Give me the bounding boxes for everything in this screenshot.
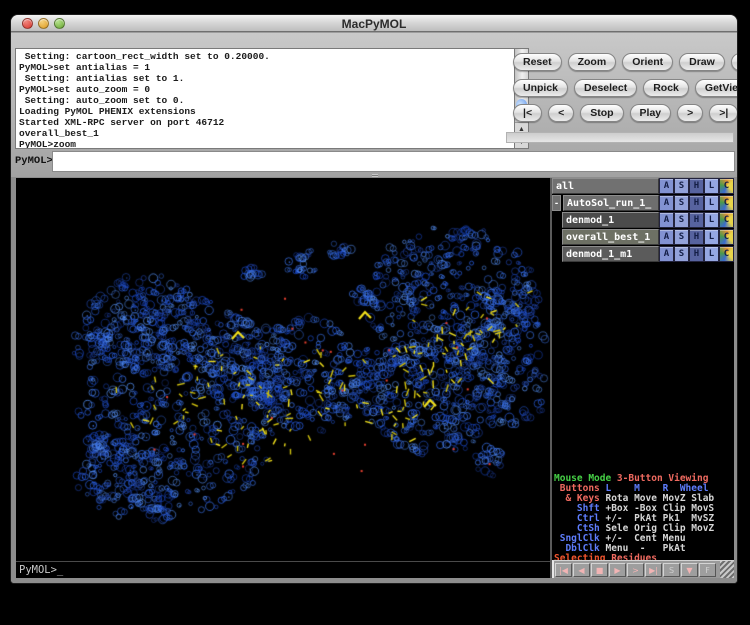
command-input[interactable] (52, 151, 735, 172)
object-row: -AutoSol_run_1_ASHLC (552, 195, 734, 211)
upper-chrome: Setting: cartoon_rect_width set to 0.200… (11, 33, 737, 177)
deselect-button[interactable]: Deselect (574, 79, 637, 97)
frame-button[interactable]: F (699, 563, 716, 577)
c-menu-button[interactable]: C (719, 246, 734, 262)
molecule-canvas[interactable] (16, 178, 550, 578)
l-menu-button[interactable]: L (704, 178, 719, 194)
object-action-buttons: ASHLC (659, 246, 734, 262)
l-menu-button[interactable]: L (704, 212, 719, 228)
>-button[interactable]: > (677, 104, 703, 122)
a-menu-button[interactable]: A (659, 229, 674, 245)
control-row-3: |<<StopPlay>>|MClear (513, 104, 738, 122)
window-title: MacPyMOL (11, 17, 737, 31)
resize-grip-icon[interactable] (720, 561, 734, 578)
play-button[interactable]: Play (630, 104, 672, 122)
c-menu-button[interactable]: C (719, 212, 734, 228)
console-log: Setting: cartoon_rect_width set to 0.200… (15, 48, 514, 149)
scene-button[interactable]: S (663, 563, 680, 577)
object-action-buttons: ASHLC (659, 178, 734, 194)
command-bar: PyMOL> (15, 151, 735, 172)
feedback-strip (506, 132, 734, 143)
s-menu-button[interactable]: S (674, 195, 689, 211)
render-region: PyMOL>_ allASHLC-AutoSol_run_1_ASHLCdenm… (16, 178, 734, 578)
viewport-prompt: PyMOL>_ (16, 561, 550, 578)
c-menu-button[interactable]: C (719, 229, 734, 245)
console-line: Setting: auto_zoom set to 0. (19, 95, 514, 106)
object-action-buttons: ASHLC (659, 195, 734, 211)
l-menu-button[interactable]: L (704, 246, 719, 262)
getview-button[interactable]: GetView (695, 79, 738, 97)
play-button[interactable]: ▶ (609, 563, 626, 577)
console-line: Setting: cartoon_rect_width set to 0.200… (19, 51, 514, 62)
h-menu-button[interactable]: H (689, 178, 704, 194)
step-back-button[interactable]: ◀ (573, 563, 590, 577)
title-bar[interactable]: MacPyMOL (11, 15, 737, 32)
l-menu-button[interactable]: L (704, 195, 719, 211)
>|-button[interactable]: >| (709, 104, 738, 122)
object-name-denmod_1_m1[interactable]: denmod_1_m1 (562, 246, 659, 262)
object-action-buttons: ASHLC (659, 212, 734, 228)
console-line: PyMOL>set auto_zoom = 0 (19, 84, 514, 95)
draw-button[interactable]: Draw (679, 53, 725, 71)
object-row: denmod_1_m1ASHLC (552, 246, 734, 262)
stop-button[interactable]: Stop (580, 104, 623, 122)
h-menu-button[interactable]: H (689, 229, 704, 245)
object-row: denmod_1ASHLC (552, 212, 734, 228)
forward-end-button[interactable]: ▶| (645, 563, 662, 577)
a-menu-button[interactable]: A (659, 195, 674, 211)
s-menu-button[interactable]: S (674, 212, 689, 228)
a-menu-button[interactable]: A (659, 178, 674, 194)
window-bottom-frame (11, 578, 737, 583)
main-area: PyMOL>_ allASHLC-AutoSol_run_1_ASHLCdenm… (11, 177, 737, 583)
control-row-2: Unpick Deselect Rock GetView (513, 79, 738, 97)
console-line: PyMOL>set antialias = 1 (19, 62, 514, 73)
reset-button[interactable]: Reset (513, 53, 562, 71)
vcr-controls: |◀◀■▶>▶|S▼F (552, 560, 734, 578)
console-line: Loading PyMOL PHENIX extensions (19, 106, 514, 117)
object-name-overall_best_1[interactable]: overall_best_1 (562, 229, 659, 245)
record-button[interactable]: ▼ (681, 563, 698, 577)
rock-button[interactable]: Rock (643, 79, 689, 97)
step-forward-button[interactable]: > (627, 563, 644, 577)
s-menu-button[interactable]: S (674, 229, 689, 245)
ray-button[interactable]: Ray (731, 53, 738, 71)
object-row: overall_best_1ASHLC (552, 229, 734, 245)
s-menu-button[interactable]: S (674, 246, 689, 262)
object-action-buttons: ASHLC (659, 229, 734, 245)
l-menu-button[interactable]: L (704, 229, 719, 245)
macpymol-window: MacPyMOL Setting: cartoon_rect_width set… (10, 14, 738, 584)
orient-button[interactable]: Orient (622, 53, 673, 71)
h-menu-button[interactable]: H (689, 195, 704, 211)
control-row-1: Reset Zoom Orient Draw Ray (513, 53, 738, 71)
object-row: allASHLC (552, 178, 734, 194)
h-menu-button[interactable]: H (689, 212, 704, 228)
command-prompt-label: PyMOL> (15, 155, 53, 167)
<-button[interactable]: < (548, 104, 574, 122)
console-line: overall_best_1 (19, 128, 514, 139)
object-name-AutoSol_run_1_[interactable]: AutoSol_run_1_ (563, 195, 659, 211)
rewind-start-button[interactable]: |◀ (555, 563, 572, 577)
c-menu-button[interactable]: C (719, 195, 734, 211)
console-line: Setting: antialias set to 1. (19, 73, 514, 84)
object-name-all[interactable]: all (552, 178, 659, 194)
object-panel: allASHLC-AutoSol_run_1_ASHLCdenmod_1ASHL… (552, 178, 734, 578)
unpick-button[interactable]: Unpick (513, 79, 568, 97)
h-menu-button[interactable]: H (689, 246, 704, 262)
object-name-denmod_1[interactable]: denmod_1 (562, 212, 659, 228)
s-menu-button[interactable]: S (674, 178, 689, 194)
a-menu-button[interactable]: A (659, 212, 674, 228)
viewport-3d[interactable]: PyMOL>_ (16, 178, 550, 578)
|<-button[interactable]: |< (513, 104, 542, 122)
c-menu-button[interactable]: C (719, 178, 734, 194)
console-line: Started XML-RPC server on port 46712 (19, 117, 514, 128)
zoom-button[interactable]: Zoom (568, 53, 617, 71)
collapse-icon[interactable]: - (552, 195, 561, 211)
stop-button[interactable]: ■ (591, 563, 608, 577)
console-line: PyMOL>zoom (19, 139, 514, 149)
mouse-mode-panel: Mouse Mode 3-Button Viewing Buttons L M … (554, 474, 734, 574)
a-menu-button[interactable]: A (659, 246, 674, 262)
